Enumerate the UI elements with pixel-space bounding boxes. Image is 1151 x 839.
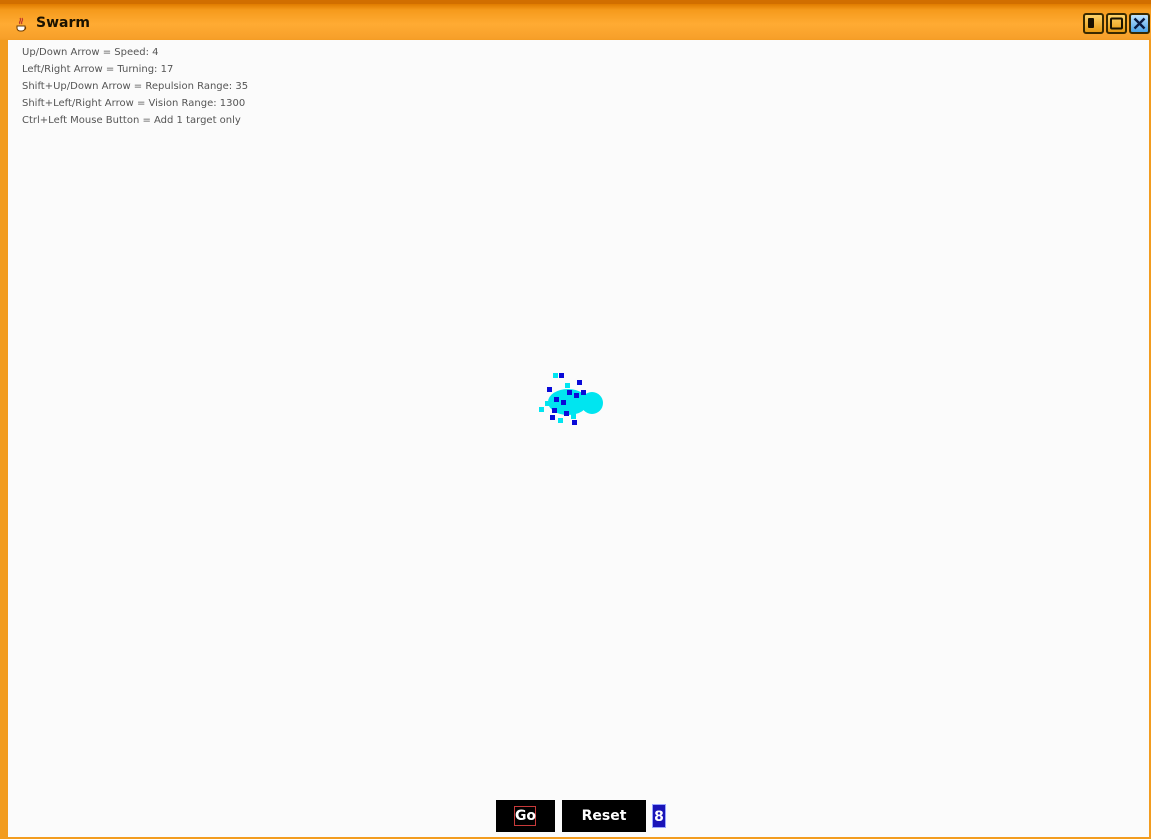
app-window: Swarm Up/Down Arrow = Speed: 4 Left/Righ… (0, 0, 1151, 839)
reset-button-label: Reset (581, 808, 627, 824)
agent-count-field[interactable]: 8 (652, 804, 666, 828)
swarm-agent (558, 418, 563, 423)
minimize-icon (1088, 18, 1094, 28)
swarm-agent (567, 390, 572, 395)
close-icon (1133, 17, 1146, 30)
reset-button[interactable]: Reset (562, 800, 646, 832)
swarm-agent (559, 373, 564, 378)
swarm-agent (565, 383, 570, 388)
java-cup-icon (16, 17, 27, 32)
swarm-cluster (539, 373, 603, 425)
swarm-agent (554, 397, 559, 402)
swarm-agent (571, 414, 576, 419)
go-button[interactable]: Go (496, 800, 555, 832)
swarm-agent (564, 411, 569, 416)
swarm-agent (553, 373, 558, 378)
window-title: Swarm (36, 15, 90, 31)
maximize-button[interactable] (1106, 13, 1127, 34)
swarm-agent (550, 415, 555, 420)
simulation-canvas[interactable] (8, 40, 1149, 797)
swarm-agent (552, 408, 557, 413)
minimize-button[interactable] (1083, 13, 1104, 34)
swarm-agent (586, 397, 591, 402)
swarm-agent (539, 407, 544, 412)
go-button-label: Go (514, 808, 537, 824)
swarm-agent (572, 420, 577, 425)
swarm-agent (574, 393, 579, 398)
swarm-agent (581, 390, 586, 395)
swarm-agent (577, 380, 582, 385)
swarm-agent (547, 387, 552, 392)
close-button[interactable] (1129, 13, 1150, 34)
maximize-icon (1110, 17, 1123, 30)
swarm-agent (561, 400, 566, 405)
title-bar[interactable]: Swarm (0, 0, 1151, 40)
swarm-agent (545, 401, 550, 406)
